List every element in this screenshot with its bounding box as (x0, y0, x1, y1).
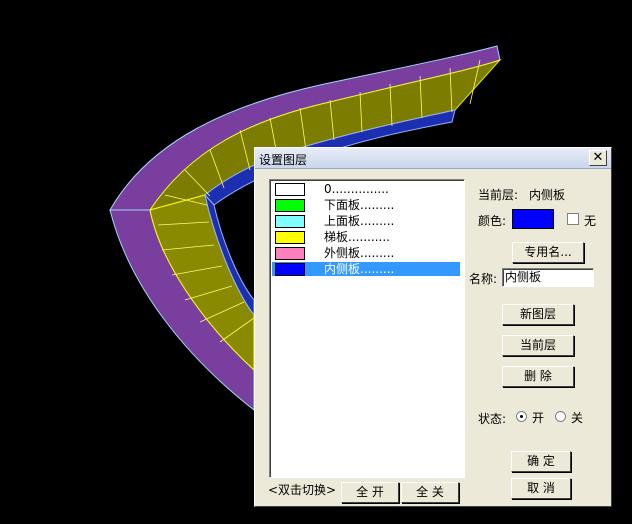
layer-label: 内侧板......... (324, 262, 395, 276)
delete-button[interactable]: 删 除 (502, 366, 574, 387)
name-input[interactable]: 内侧板 (502, 268, 594, 287)
current-layer-value: 内侧板 (529, 188, 566, 202)
layer-item-inner-side-panel[interactable]: 内侧板......... (272, 262, 460, 276)
layer-color-swatch (275, 263, 305, 276)
ok-button[interactable]: 确 定 (511, 451, 571, 472)
status-off-radio[interactable] (555, 411, 566, 422)
layer-settings-dialog: 设置图层 ✕ 0............... 下面板......... 上面板… (254, 147, 612, 507)
layer-label: 0............... (324, 182, 389, 196)
layer-list[interactable]: 0............... 下面板......... 上面板.......… (269, 179, 465, 478)
layer-item-lower-panel[interactable]: 下面板......... (272, 198, 460, 212)
layer-color-swatch (275, 183, 305, 196)
status-off-label: 关 (571, 411, 584, 425)
layer-color-swatch (275, 231, 305, 244)
none-checkbox[interactable] (567, 213, 579, 225)
layer-label: 下面板......... (324, 198, 395, 212)
double-click-hint: <双击切换> (268, 483, 337, 497)
status-on-radio[interactable] (516, 411, 527, 422)
cancel-button[interactable]: 取 消 (511, 478, 571, 499)
status-on-label: 开 (532, 411, 545, 425)
layer-label: 梯板........... (324, 230, 390, 244)
layer-item-stair-slab[interactable]: 梯板........... (272, 230, 460, 244)
layer-color-swatch (275, 247, 305, 260)
dialog-title-bar[interactable]: 设置图层 ✕ (255, 148, 611, 169)
layer-item-0[interactable]: 0............... (272, 182, 460, 196)
layer-label: 外侧板......... (324, 246, 395, 260)
open-all-button[interactable]: 全 开 (341, 482, 399, 503)
name-label: 名称: (469, 272, 498, 286)
layer-color-swatch (275, 215, 305, 228)
none-label: 无 (584, 214, 597, 228)
status-label: 状态: (478, 412, 507, 426)
layer-label: 上面板......... (324, 214, 395, 228)
current-layer-label: 当前层: (478, 188, 519, 202)
dialog-title: 设置图层 (259, 153, 308, 167)
current-color-swatch[interactable] (512, 209, 554, 229)
color-label: 颜色: (478, 214, 507, 228)
close-button[interactable]: ✕ (589, 150, 607, 166)
special-name-button[interactable]: 专用名... (512, 242, 584, 263)
layer-color-swatch (275, 199, 305, 212)
close-all-button[interactable]: 全 关 (401, 482, 459, 503)
layer-item-outer-side-panel[interactable]: 外侧板......... (272, 246, 460, 260)
set-current-layer-button[interactable]: 当前层 (502, 335, 574, 356)
layer-item-upper-panel[interactable]: 上面板......... (272, 214, 460, 228)
new-layer-button[interactable]: 新图层 (502, 304, 574, 325)
